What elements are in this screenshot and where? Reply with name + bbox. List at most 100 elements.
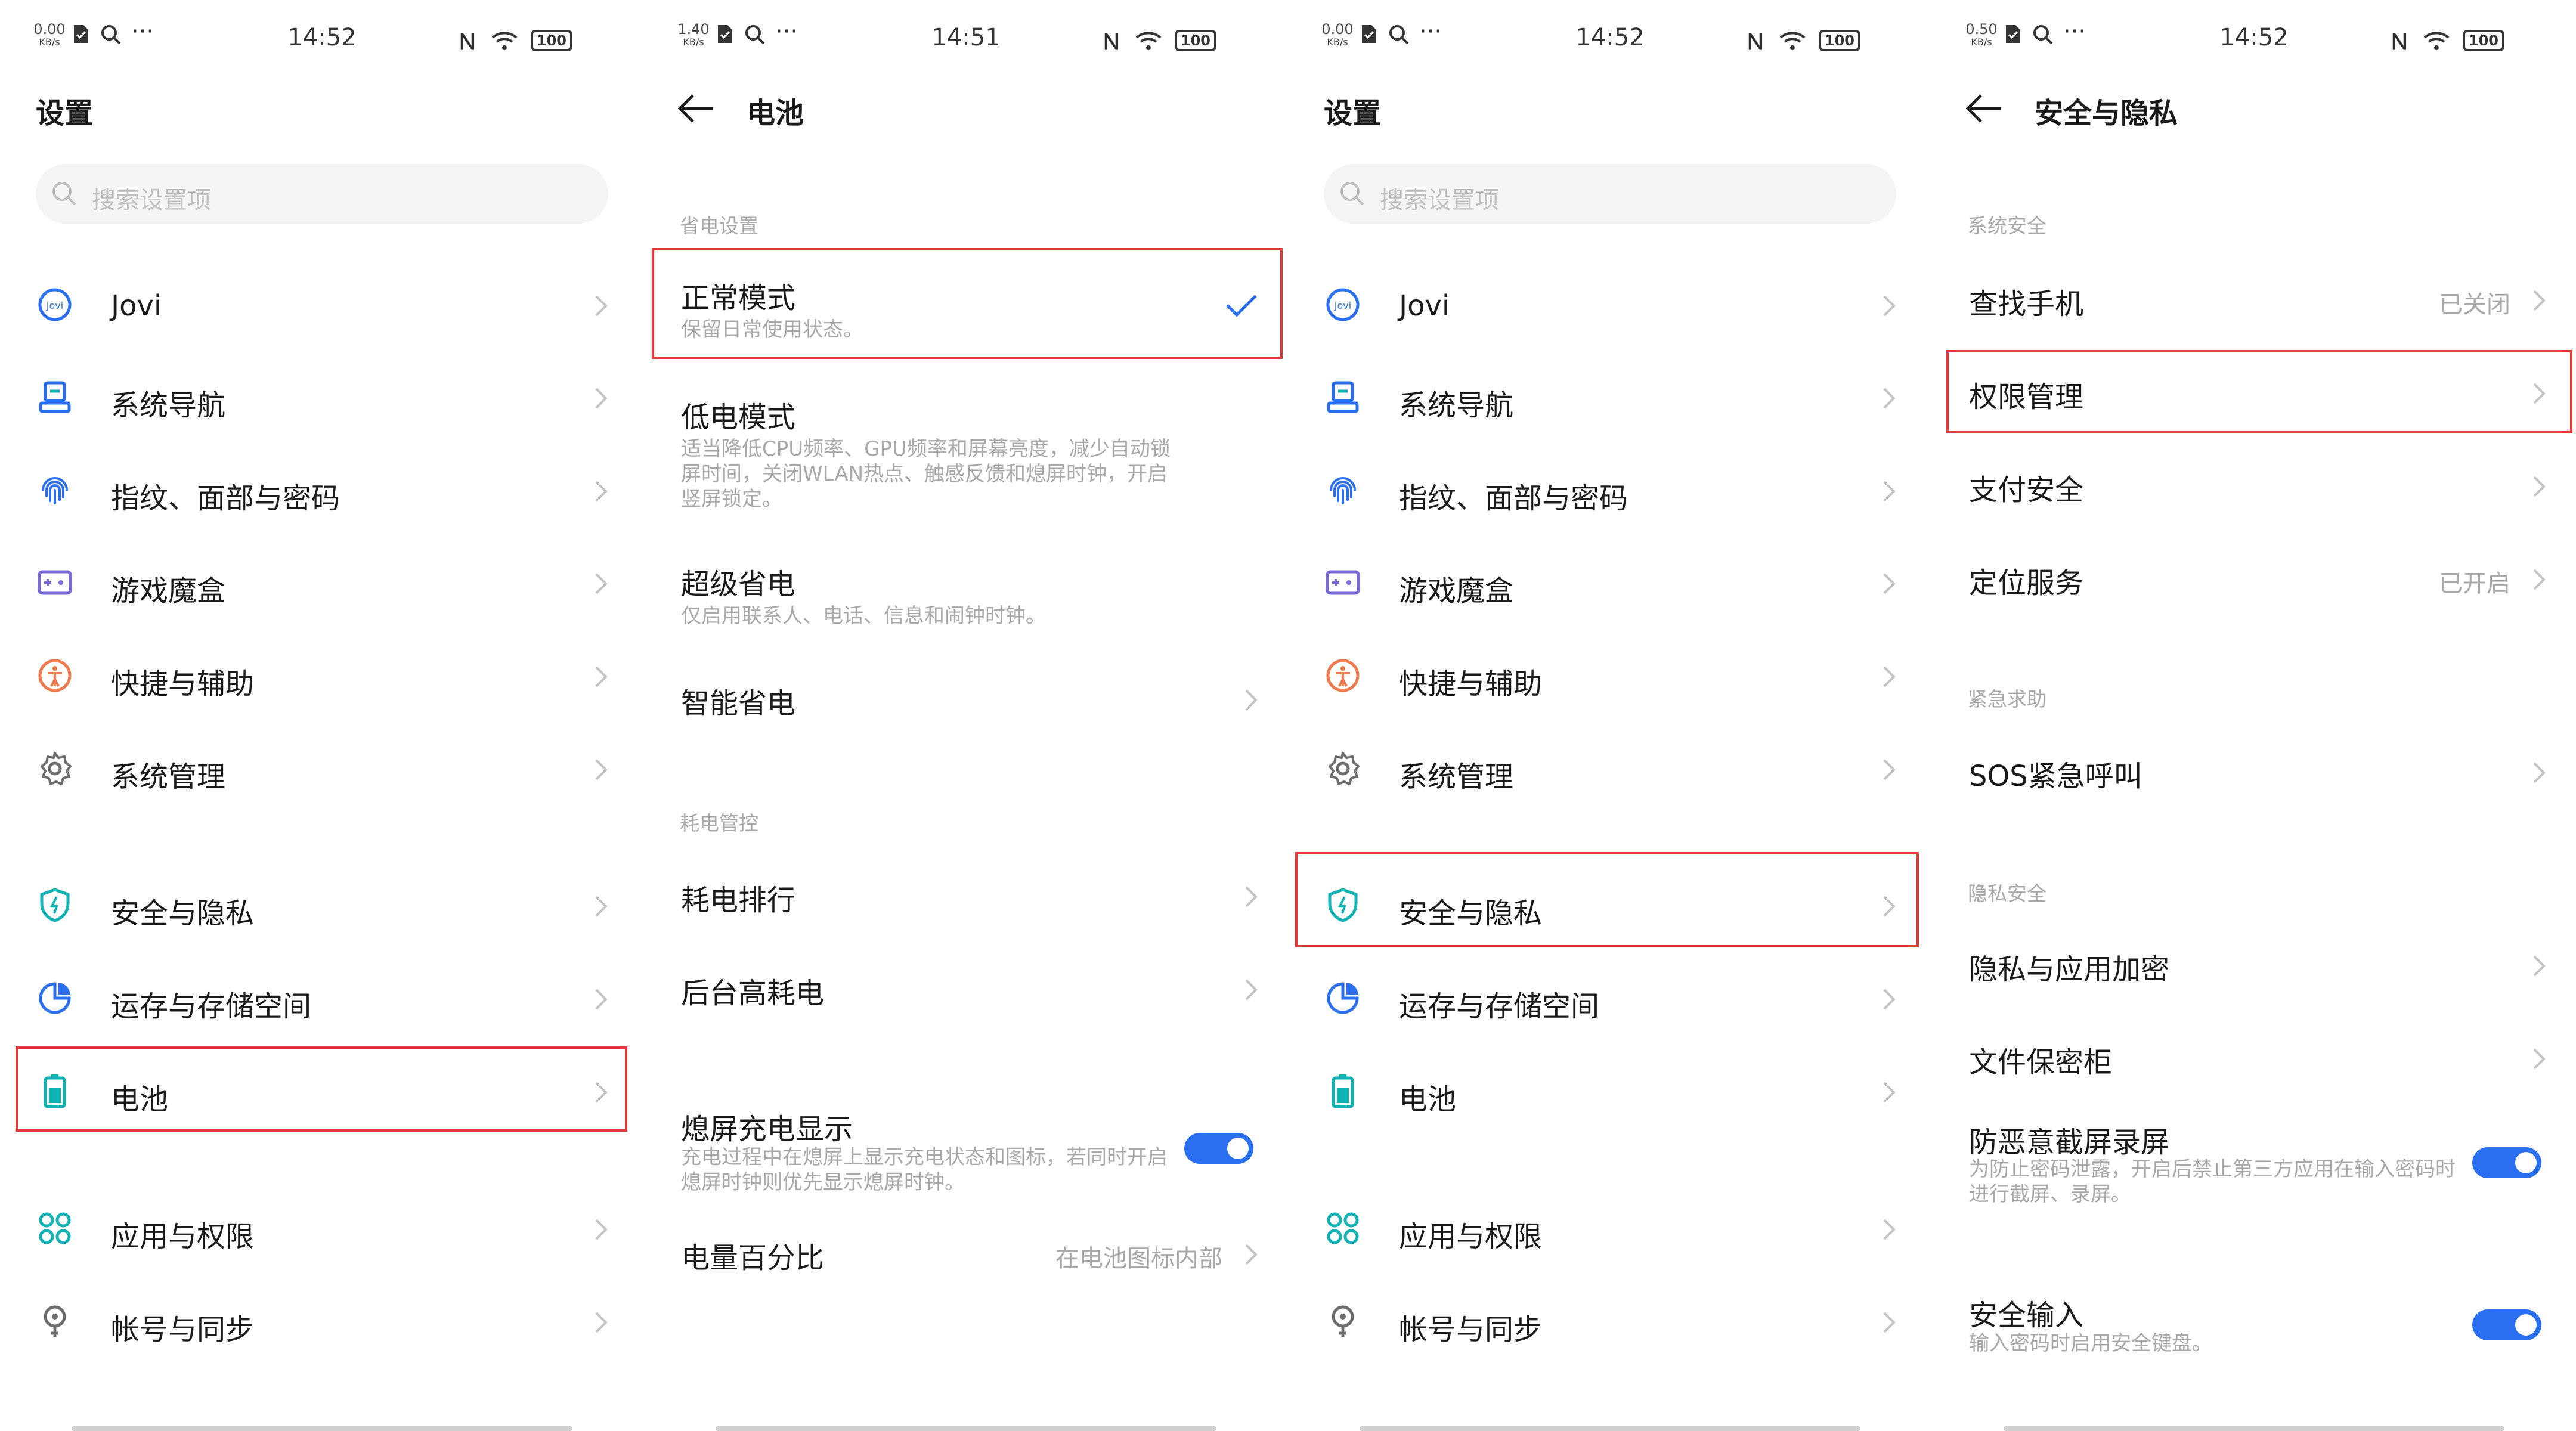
settings-item-security-privacy[interactable]: 安全与隐私: [1288, 860, 1932, 949]
settings-item-apps-permissions[interactable]: 应用与权限: [0, 1183, 644, 1272]
battery-percentage-item[interactable]: 电量百分比 在电池图标内部: [644, 1222, 1288, 1288]
usage-ranking-item[interactable]: 耗电排行: [644, 865, 1288, 930]
search-placeholder: 搜索设置项: [92, 187, 211, 214]
item-label: 快捷与辅助: [1399, 667, 1543, 701]
item-title: 安全输入: [1969, 1299, 2084, 1332]
nfc-icon: Ｎ: [2388, 30, 2410, 55]
settings-item-game-box[interactable]: 游戏魔盒: [1288, 537, 1932, 627]
settings-item-accessibility[interactable]: 快捷与辅助: [1288, 630, 1932, 720]
item-subtitle: 为防止密码泄露，开启后禁止第三方应用在输入密码时进行截屏、录屏。: [1969, 1157, 2456, 1206]
security-privacy-screen: 0.50 KB/s ··· 14:52 Ｎ 100 安全与隐私 系统安全 查找手机…: [1932, 0, 2576, 1431]
system-navigation-icon: [1327, 381, 1359, 413]
option-title: 超级省电: [681, 568, 796, 601]
item-title: 熄屏充电显示: [681, 1113, 853, 1146]
chevron-right-icon: [595, 666, 608, 687]
item-title: 定位服务: [1969, 566, 2084, 600]
back-arrow-icon[interactable]: [675, 91, 717, 126]
chevron-right-icon: [595, 388, 608, 409]
shield-icon: [1328, 888, 1358, 922]
settings-screen: 0.00 KB/s ··· 14:52 Ｎ 100 设置 搜索设置项 Jovi J…: [0, 0, 644, 1431]
back-arrow-icon[interactable]: [1963, 91, 2005, 126]
item-label: 应用与权限: [111, 1220, 255, 1253]
settings-item-storage[interactable]: 运存与存储空间: [0, 953, 644, 1042]
settings-item-system-navigation[interactable]: 系统导航: [1288, 352, 1932, 441]
anti-screenshot-toggle[interactable]: [2472, 1147, 2541, 1178]
settings-screen: 0.00 KB/s ··· 14:52 Ｎ 100 设置 搜索设置项 Jovi J…: [1288, 0, 1932, 1431]
search-icon: [52, 182, 76, 206]
settings-item-account-sync[interactable]: 帐号与同步: [1288, 1276, 1932, 1365]
privacy-encryption-item[interactable]: 隐私与应用加密: [1932, 934, 2576, 999]
settings-item-account-sync[interactable]: 帐号与同步: [0, 1276, 644, 1365]
chevron-right-icon: [1245, 886, 1258, 907]
settings-item-battery[interactable]: 电池: [1288, 1046, 1932, 1135]
option-subtitle: 适当降低CPU频率、GPU频率和屏幕亮度，减少自动锁屏时间，关闭WLAN热点、触…: [681, 437, 1171, 511]
settings-item-storage[interactable]: 运存与存储空间: [1288, 953, 1932, 1042]
option-title: 正常模式: [681, 281, 796, 315]
settings-item-accessibility[interactable]: 快捷与辅助: [0, 630, 644, 720]
settings-item-apps-permissions[interactable]: 应用与权限: [1288, 1183, 1932, 1272]
status-bar: 0.00 KB/s ··· 14:52 Ｎ 100: [1288, 0, 1932, 78]
chevron-right-icon: [2533, 955, 2546, 977]
chevron-right-icon: [2533, 290, 2546, 311]
wifi-icon: [491, 32, 518, 50]
item-label: 帐号与同步: [111, 1313, 255, 1346]
location-service-item[interactable]: 定位服务 已开启: [1932, 547, 2576, 613]
chevron-right-icon: [1245, 1244, 1258, 1265]
chevron-right-icon: [2533, 383, 2546, 404]
search-input[interactable]: 搜索设置项: [1324, 164, 1896, 224]
smart-saver-item[interactable]: 智能省电: [644, 668, 1288, 733]
chevron-right-icon: [595, 989, 608, 1010]
home-indicator: [72, 1426, 572, 1431]
settings-item-game-box[interactable]: 游戏魔盒: [0, 537, 644, 627]
item-value: 已关闭: [2439, 291, 2510, 318]
settings-item-jovi[interactable]: Jovi Jovi: [0, 259, 644, 349]
find-phone-item[interactable]: 查找手机 已关闭: [1932, 268, 2576, 334]
item-title: 后台高耗电: [681, 977, 825, 1010]
chevron-right-icon: [1883, 388, 1896, 409]
wifi-icon: [1135, 32, 1162, 50]
secure-input-toggle[interactable]: [2472, 1309, 2541, 1340]
item-label: 运存与存储空间: [111, 990, 312, 1023]
settings-item-system-management[interactable]: 系统管理: [0, 723, 644, 813]
item-label: 电池: [1399, 1083, 1457, 1116]
page-title: 电池: [747, 97, 804, 130]
permission-management-item[interactable]: 权限管理: [1932, 361, 2576, 427]
item-label: 系统导航: [111, 389, 226, 422]
settings-item-system-management[interactable]: 系统管理: [1288, 723, 1932, 813]
settings-item-fingerprint[interactable]: 指纹、面部与密码: [1288, 445, 1932, 534]
item-title: 智能省电: [681, 687, 796, 720]
chevron-right-icon: [1883, 481, 1896, 502]
status-bar: 0.00 KB/s ··· 14:52 Ｎ 100: [0, 0, 644, 78]
home-indicator: [1360, 1426, 1860, 1431]
file-safe-item[interactable]: 文件保密柜: [1932, 1027, 2576, 1092]
chevron-right-icon: [1245, 689, 1258, 711]
jovi-icon: Jovi: [1326, 288, 1360, 321]
background-usage-item[interactable]: 后台高耗电: [644, 958, 1288, 1023]
settings-item-jovi[interactable]: Jovi Jovi: [1288, 259, 1932, 349]
settings-item-fingerprint[interactable]: 指纹、面部与密码: [0, 445, 644, 534]
page-title: 安全与隐私: [2035, 97, 2178, 130]
settings-item-battery[interactable]: 电池: [0, 1046, 644, 1135]
settings-item-system-navigation[interactable]: 系统导航: [0, 352, 644, 441]
page-title: 设置: [1324, 97, 1382, 130]
battery-status-icon: 100: [2462, 30, 2504, 51]
low-power-mode-option[interactable]: 低电模式 适当降低CPU频率、GPU频率和屏幕亮度，减少自动锁屏时间，关闭WLA…: [644, 382, 1288, 525]
battery-status-icon: 100: [530, 30, 572, 51]
payment-security-item[interactable]: 支付安全: [1932, 454, 2576, 520]
accessibility-icon: [38, 659, 72, 692]
nfc-icon: Ｎ: [1744, 30, 1766, 55]
aod-charging-toggle[interactable]: [1184, 1133, 1253, 1164]
chevron-right-icon: [595, 295, 608, 317]
anti-screenshot-item: 防恶意截屏录屏 为防止密码泄露，开启后禁止第三方应用在输入密码时进行截屏、录屏。: [1932, 1115, 2576, 1222]
account-icon: [44, 1305, 66, 1337]
settings-item-security-privacy[interactable]: 安全与隐私: [0, 860, 644, 949]
search-input[interactable]: 搜索设置项: [36, 164, 608, 224]
normal-mode-option[interactable]: 正常模式 保留日常使用状态。: [644, 250, 1288, 358]
search-placeholder: 搜索设置项: [1380, 187, 1499, 214]
item-title: 电量百分比: [681, 1241, 825, 1275]
battery-status-icon: 100: [1818, 30, 1860, 51]
chevron-right-icon: [1883, 295, 1896, 317]
sos-item[interactable]: SOS紧急呼叫: [1932, 741, 2576, 806]
super-saver-option[interactable]: 超级省电 仅启用联系人、电话、信息和闹钟时钟。: [644, 555, 1288, 638]
item-title: 查找手机: [1969, 287, 2084, 321]
